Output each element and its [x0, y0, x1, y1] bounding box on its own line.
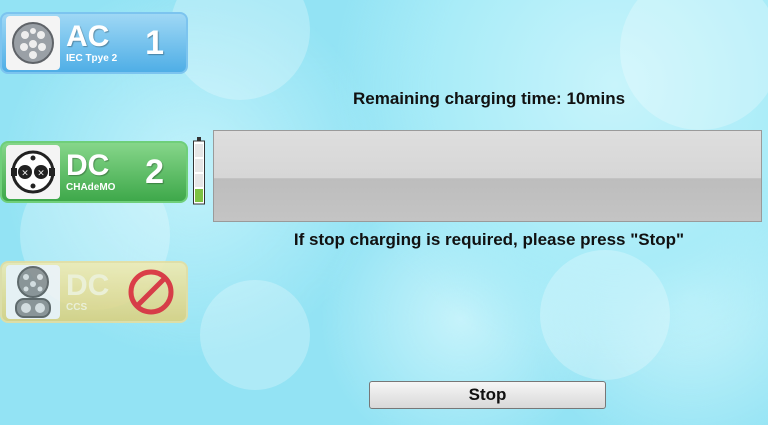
connector-subtype-label: CHAdeMO [66, 182, 116, 193]
connector-dc-chademo-button[interactable]: × × DC CHAdeMO 2 [0, 141, 188, 203]
bokeh-decoration [620, 0, 768, 130]
ccs-plug-icon [6, 265, 60, 319]
remaining-time-label: Remaining charging time: 10mins [352, 89, 626, 108]
connector-ac-type2-button[interactable]: AC IEC Tpye 2 1 [0, 12, 188, 74]
svg-text:×: × [21, 169, 29, 179]
battery-level-icon [193, 137, 205, 205]
connector-number: 1 [145, 24, 164, 62]
chademo-plug-icon: × × [6, 145, 60, 199]
charging-progress-bar [213, 130, 762, 222]
connector-dc-ccs-button[interactable]: DC CCS [0, 261, 188, 323]
svg-text:×: × [37, 169, 45, 179]
connector-type-label: DC [66, 269, 110, 302]
stop-instruction-text: If stop charging is required, please pre… [293, 230, 685, 249]
bokeh-decoration [540, 250, 670, 380]
connector-subtype-label: IEC Tpye 2 [66, 53, 118, 64]
bokeh-decoration [170, 0, 310, 100]
connector-number: 2 [145, 153, 164, 191]
bokeh-decoration [200, 280, 310, 390]
connector-subtype-label: CCS [66, 302, 88, 313]
connector-type-label: DC [66, 149, 110, 182]
connector-type-label: AC [66, 20, 110, 53]
stop-button[interactable]: Stop [369, 381, 606, 409]
prohibited-icon [128, 269, 174, 315]
type2-plug-icon [6, 16, 60, 70]
